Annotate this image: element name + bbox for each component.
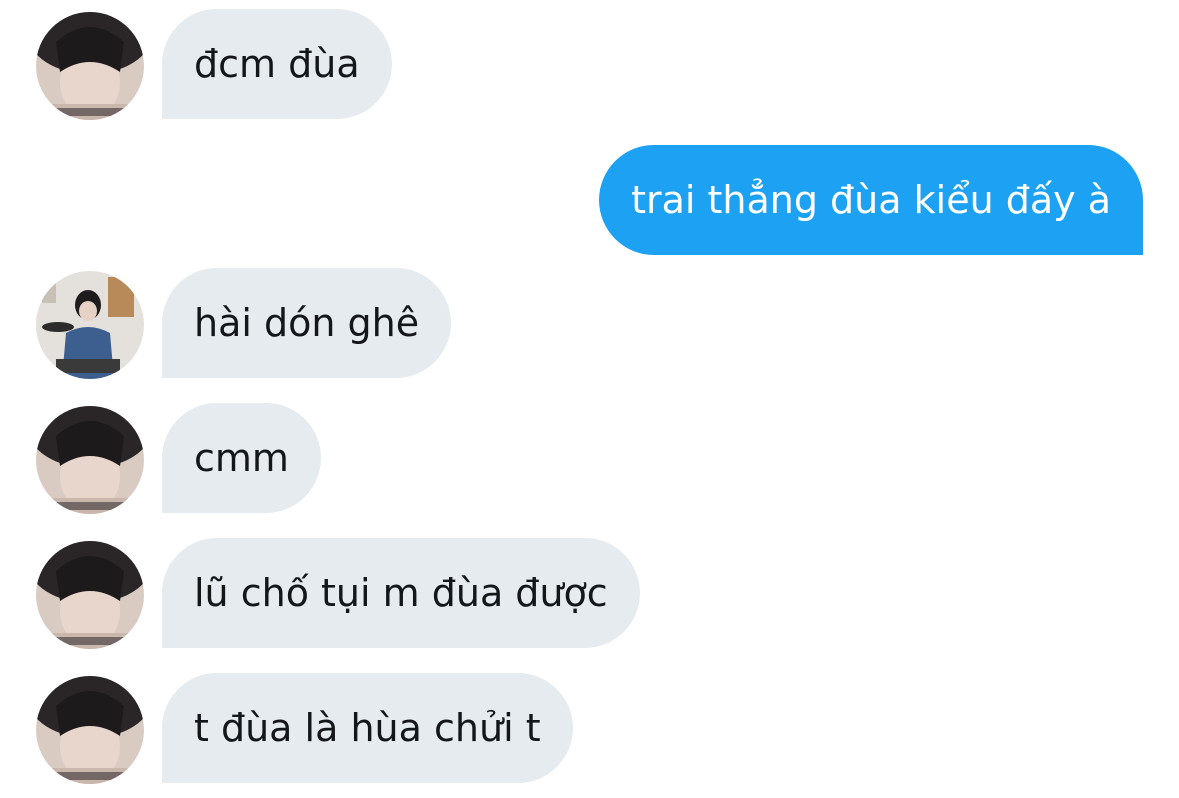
user-photo-avatar[interactable] [36,676,144,784]
incoming-message-bubble[interactable]: cmm [162,403,321,513]
drummer-photo-avatar[interactable] [36,271,144,379]
incoming-message-bubble[interactable]: đcm đùa [162,9,392,119]
user-photo-avatar[interactable] [36,541,144,649]
incoming-message-bubble[interactable]: t đùa là hùa chửi t [162,673,573,783]
user-photo-avatar[interactable] [36,406,144,514]
user-photo-avatar[interactable] [36,12,144,120]
incoming-message-bubble[interactable]: hài dón ghê [162,268,452,378]
incoming-message-bubble[interactable]: lũ chố tụi m đùa được [162,538,640,648]
outgoing-message-bubble[interactable]: trai thẳng đùa kiểu đấy à [599,145,1143,255]
